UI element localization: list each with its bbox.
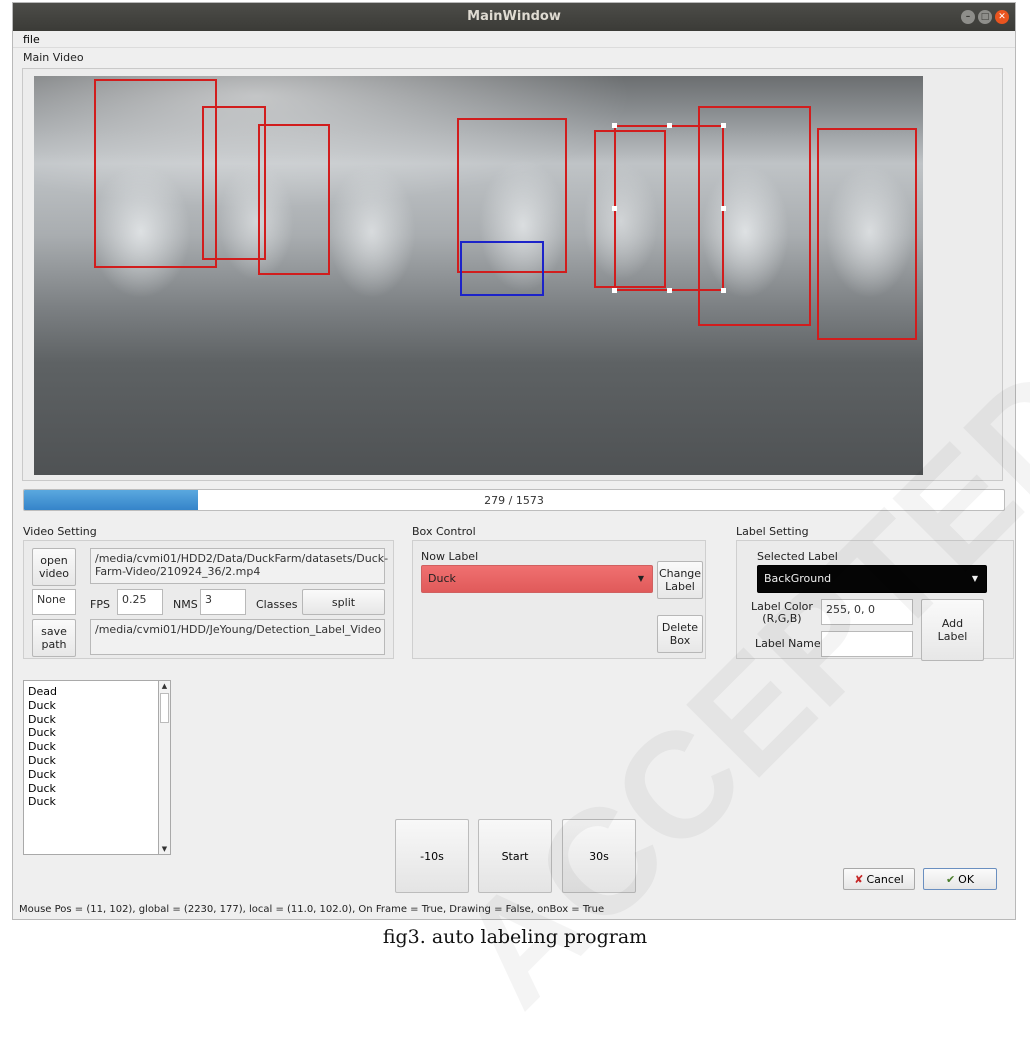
nms-input[interactable]: 3	[200, 589, 246, 615]
now-label-caption: Now Label	[421, 550, 479, 563]
cancel-icon: ✘	[854, 872, 864, 886]
video-setting-group: open video /media/cvmi01/HDD2/Data/DuckF…	[23, 540, 394, 659]
video-frame	[22, 68, 1003, 481]
close-icon[interactable]: ✕	[995, 10, 1009, 24]
list-item[interactable]: Duck	[28, 699, 166, 713]
ok-icon: ✔	[945, 872, 956, 886]
bbox-duck[interactable]	[94, 79, 217, 268]
label-list[interactable]: Dead Duck Duck Duck Duck Duck Duck Duck Duck	[23, 680, 171, 855]
box-control-group: Now Label Duck ▼ Change Label Delete Box	[412, 540, 706, 659]
list-item[interactable]: Duck	[28, 713, 166, 727]
resize-handle[interactable]	[667, 288, 672, 293]
cancel-button[interactable]: ✘ Cancel	[843, 868, 915, 890]
now-label-value: Duck	[428, 572, 456, 585]
selected-label-dropdown[interactable]: BackGround ▼	[757, 565, 987, 593]
label-list-scrollbar[interactable]: ▲ ▼	[158, 680, 171, 855]
bbox-duck[interactable]	[258, 124, 330, 275]
minimize-icon[interactable]: –	[961, 10, 975, 24]
menu-file[interactable]: file	[23, 33, 40, 46]
add-label-button[interactable]: Add Label	[921, 599, 984, 661]
open-video-button[interactable]: open video	[32, 548, 76, 586]
list-item[interactable]: Duck	[28, 768, 166, 782]
resize-handle[interactable]	[667, 123, 672, 128]
main-window: MainWindow – □ ✕ file Main Video 279 / 1…	[12, 2, 1016, 920]
start-button[interactable]: Start	[478, 819, 552, 893]
resize-handle[interactable]	[612, 123, 617, 128]
delete-box-button[interactable]: Delete Box	[657, 615, 703, 653]
list-item[interactable]: Duck	[28, 754, 166, 768]
window-title: MainWindow	[467, 9, 561, 24]
main-video-label: Main Video	[23, 51, 84, 64]
list-item[interactable]: Duck	[28, 726, 166, 740]
label-name-input[interactable]	[821, 631, 913, 657]
save-path-button[interactable]: save path	[32, 619, 76, 657]
label-color-input[interactable]: 255, 0, 0	[821, 599, 913, 625]
bbox-duck[interactable]	[698, 106, 811, 326]
bbox-duck[interactable]	[817, 128, 917, 340]
frame-progress-bar[interactable]: 279 / 1573	[23, 489, 1005, 511]
list-item[interactable]: Dead	[28, 685, 166, 699]
label-setting-group: Selected Label BackGround ▼ Label Color …	[736, 540, 1014, 661]
status-bar: Mouse Pos = (11, 102), global = (2230, 1…	[19, 904, 605, 915]
progress-text: 279 / 1573	[484, 494, 544, 507]
list-item[interactable]: Duck	[28, 740, 166, 754]
resize-handle[interactable]	[612, 206, 617, 211]
maximize-icon[interactable]: □	[978, 10, 992, 24]
list-item[interactable]: Duck	[28, 795, 166, 809]
back-10s-button[interactable]: -10s	[395, 819, 469, 893]
save-path-field: /media/cvmi01/HDD/JeYoung/Detection_Labe…	[90, 619, 385, 655]
ok-button[interactable]: ✔ OK	[923, 868, 997, 890]
now-label-dropdown[interactable]: Duck ▼	[421, 565, 653, 593]
menu-bar: file	[13, 31, 1015, 48]
label-setting-title: Label Setting	[736, 525, 809, 538]
chevron-down-icon: ▼	[637, 574, 644, 583]
fps-label: FPS	[90, 598, 110, 611]
list-item[interactable]: Duck	[28, 782, 166, 796]
scroll-up-icon[interactable]: ▲	[159, 682, 170, 690]
selected-label-value: BackGround	[764, 572, 832, 585]
classes-label: Classes	[256, 598, 298, 611]
change-label-button[interactable]: Change Label	[657, 561, 703, 599]
video-display[interactable]	[34, 76, 923, 475]
bbox-dead[interactable]	[460, 241, 544, 296]
nms-label: NMS	[173, 598, 198, 611]
none-field[interactable]: None	[32, 589, 76, 615]
selected-label-caption: Selected Label	[757, 550, 838, 563]
fps-input[interactable]: 0.25	[117, 589, 163, 615]
resize-handle[interactable]	[612, 288, 617, 293]
chevron-down-icon: ▼	[971, 574, 978, 583]
video-path-field: /media/cvmi01/HDD2/Data/DuckFarm/dataset…	[90, 548, 388, 584]
scroll-down-icon[interactable]: ▼	[159, 845, 170, 853]
split-button[interactable]: split	[302, 589, 385, 615]
window-controls: – □ ✕	[961, 10, 1009, 24]
forward-30s-button[interactable]: 30s	[562, 819, 636, 893]
ok-label: OK	[958, 872, 975, 886]
scroll-thumb[interactable]	[160, 693, 169, 723]
figure-caption: fig3. auto labeling program	[382, 926, 648, 948]
bbox-duck[interactable]	[202, 106, 266, 260]
video-setting-title: Video Setting	[23, 525, 97, 538]
label-name-caption: Label Name	[755, 637, 821, 650]
box-control-title: Box Control	[412, 525, 476, 538]
label-color-caption: Label Color (R,G,B)	[751, 600, 813, 625]
cancel-label: Cancel	[866, 872, 904, 886]
title-bar: MainWindow – □ ✕	[13, 3, 1015, 31]
